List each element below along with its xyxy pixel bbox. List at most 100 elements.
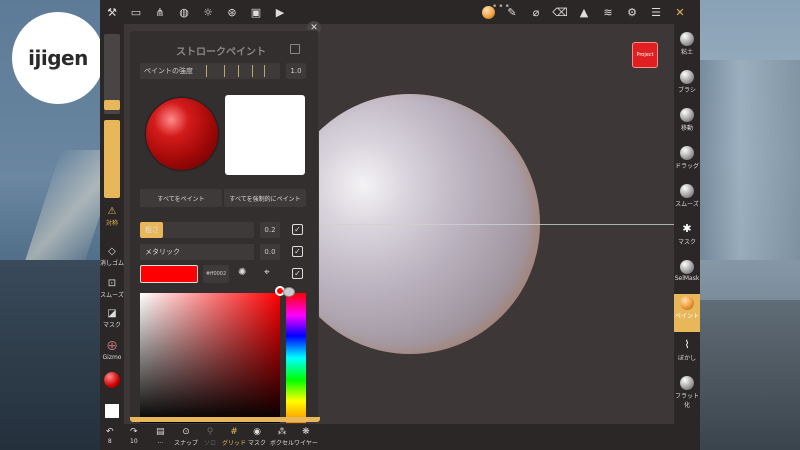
tool-label: 粘土 xyxy=(680,49,693,56)
brand-logo: ijigen xyxy=(12,12,104,104)
tools-icon[interactable]: ⚒ xyxy=(100,0,124,24)
tool-move[interactable]: 移動 xyxy=(674,106,700,132)
tool-paint[interactable]: ペイント xyxy=(674,294,700,332)
history-label: ... xyxy=(157,438,164,445)
tool-flatten[interactable]: フラット化 xyxy=(674,374,700,409)
tool-label: マスク xyxy=(677,239,696,246)
camera-icon[interactable]: ▶ xyxy=(268,0,292,24)
tool-smooth[interactable]: スムーズ xyxy=(674,182,700,208)
solo-button[interactable]: ⚲ ソロ xyxy=(204,427,216,447)
slider-tick xyxy=(238,65,239,77)
snap-icon: ⊙ xyxy=(182,427,190,437)
gear-icon[interactable]: ⚙ xyxy=(620,0,644,24)
pipette-icon[interactable]: ⌀ xyxy=(524,0,548,24)
voxel-button[interactable]: ⁂ ボクセル xyxy=(270,427,294,447)
metallic-slider[interactable]: メタリック xyxy=(140,244,254,260)
selmask-icon xyxy=(680,260,694,274)
mask-tool[interactable]: ◪ マスク xyxy=(100,308,124,329)
slider-tick xyxy=(252,65,253,77)
mask-label: マスク xyxy=(102,322,121,329)
tool-label: ペイント xyxy=(674,313,699,320)
blur-icon: ⌇ xyxy=(684,338,690,351)
palette-icon[interactable]: ✺ xyxy=(238,267,246,278)
mask-icon: ◪ xyxy=(107,308,117,319)
metallic-label: メタリック xyxy=(145,248,180,256)
share-icon[interactable]: ⋔ xyxy=(148,0,172,24)
force-paint-all-button[interactable]: すべてを強制的にペイント xyxy=(224,189,306,207)
grid-button[interactable]: # グリッド xyxy=(222,427,246,447)
eraser-icon: ◇ xyxy=(108,246,116,257)
roughness-row: 粗さ 0.2 ✓ xyxy=(140,222,306,238)
tool-label: ドラッグ xyxy=(674,163,699,170)
pen-icon[interactable]: ✎ xyxy=(500,0,524,24)
project-button[interactable]: Project xyxy=(632,42,658,68)
color-ball[interactable] xyxy=(104,372,120,388)
texture-swatch[interactable] xyxy=(225,95,305,175)
symmetry-line xyxy=(305,224,674,225)
undo-button[interactable]: ↶ 8 xyxy=(106,427,114,445)
metallic-checkbox[interactable]: ✓ xyxy=(292,246,303,257)
roughness-value[interactable]: 0.2 xyxy=(260,222,280,238)
smooth-tool[interactable]: ⊡ スムーズ xyxy=(100,278,124,299)
folder-icon[interactable]: ▭ xyxy=(124,0,148,24)
color-hex[interactable]: #ff0002 xyxy=(203,265,229,283)
eye-icon: ◉ xyxy=(253,427,261,437)
metallic-value[interactable]: 0.0 xyxy=(260,244,280,260)
gizmo-tool[interactable]: ⊕ Gizmo xyxy=(100,338,124,361)
sliders-icon[interactable]: ☰ xyxy=(644,0,668,24)
tool-mask[interactable]: ✱ マスク xyxy=(674,220,700,246)
mask-view-button[interactable]: ◉ マスク xyxy=(248,427,266,447)
top-toolbar: ⚒ ▭ ⋔ ◍ ☼ ⊛ ▣ ▶ ••• ✎ ⌀ ⌫ ▲ ≋ ⚙ ☰ ✕ xyxy=(100,0,700,24)
white-swatch[interactable] xyxy=(105,404,119,418)
film-icon[interactable]: ⊛ xyxy=(220,0,244,24)
metallic-row: メタリック 0.0 ✓ xyxy=(140,244,306,260)
panel-bottom-accent xyxy=(130,417,320,422)
flatten-icon xyxy=(680,376,694,390)
tool-selmask[interactable]: SelMask xyxy=(674,258,700,282)
eyedropper-icon[interactable]: ⌖ xyxy=(264,267,270,278)
history-button[interactable]: ▤... xyxy=(156,427,165,445)
roughness-slider[interactable]: 粗さ xyxy=(140,222,254,238)
tool-drag[interactable]: ドラッグ xyxy=(674,144,700,170)
image-icon[interactable]: ▣ xyxy=(244,0,268,24)
voxel-label: ボクセル xyxy=(270,440,295,447)
undo-count: 8 xyxy=(107,438,112,445)
snap-button[interactable]: ⊙ スナップ xyxy=(174,427,198,447)
sun-icon[interactable]: ☼ xyxy=(196,0,220,24)
color-picker-area[interactable] xyxy=(140,293,280,423)
hue-slider-knob[interactable] xyxy=(283,287,295,297)
eraser-label: 消しゴム xyxy=(100,260,125,267)
redo-button[interactable]: ↷ 10 xyxy=(130,427,138,445)
trash-icon[interactable]: ⌫ xyxy=(548,0,572,24)
triangle-icon[interactable]: ▲ xyxy=(572,0,596,24)
solo-label: ソロ xyxy=(204,440,217,447)
wireframe-button[interactable]: ❋ ワイヤー xyxy=(294,427,318,447)
roughness-checkbox[interactable]: ✓ xyxy=(292,224,303,235)
eraser-tool[interactable]: ◇ 消しゴム xyxy=(100,246,124,267)
matcap-icon[interactable] xyxy=(476,0,500,24)
color-swatch[interactable] xyxy=(140,265,198,283)
radius-slider-knob[interactable] xyxy=(104,100,120,110)
panel-pin-checkbox[interactable] xyxy=(290,44,300,54)
color-checkbox[interactable]: ✓ xyxy=(292,268,303,279)
intensity-slider[interactable] xyxy=(104,120,120,198)
solo-icon: ⚲ xyxy=(206,427,214,437)
tool-clay[interactable]: 粘土 xyxy=(674,30,700,56)
symmetry-tool[interactable]: ⚠ 対称 xyxy=(100,206,124,227)
color-row: #ff0002 ✺ ⌖ ✓ xyxy=(140,265,306,283)
tool-label: ぼかし xyxy=(677,355,696,362)
paint-intensity-slider[interactable]: ペイントの強度 xyxy=(140,63,280,79)
radius-slider[interactable] xyxy=(104,34,120,114)
hue-slider[interactable] xyxy=(286,293,306,423)
tool-brush[interactable]: ブラシ xyxy=(674,68,700,94)
wand-icon[interactable]: ✕ xyxy=(668,0,692,24)
tool-blur[interactable]: ⌇ ぼかし xyxy=(674,336,700,362)
layers-icon[interactable]: ≋ xyxy=(596,0,620,24)
background-floor xyxy=(0,260,100,450)
paint-intensity-value[interactable]: 1.0 xyxy=(286,63,306,79)
paint-all-button[interactable]: すべてをペイント xyxy=(140,189,222,207)
background-wall xyxy=(700,60,800,260)
slider-tick xyxy=(264,65,265,77)
grid-label: グリッド xyxy=(222,440,247,447)
globe-icon[interactable]: ◍ xyxy=(172,0,196,24)
